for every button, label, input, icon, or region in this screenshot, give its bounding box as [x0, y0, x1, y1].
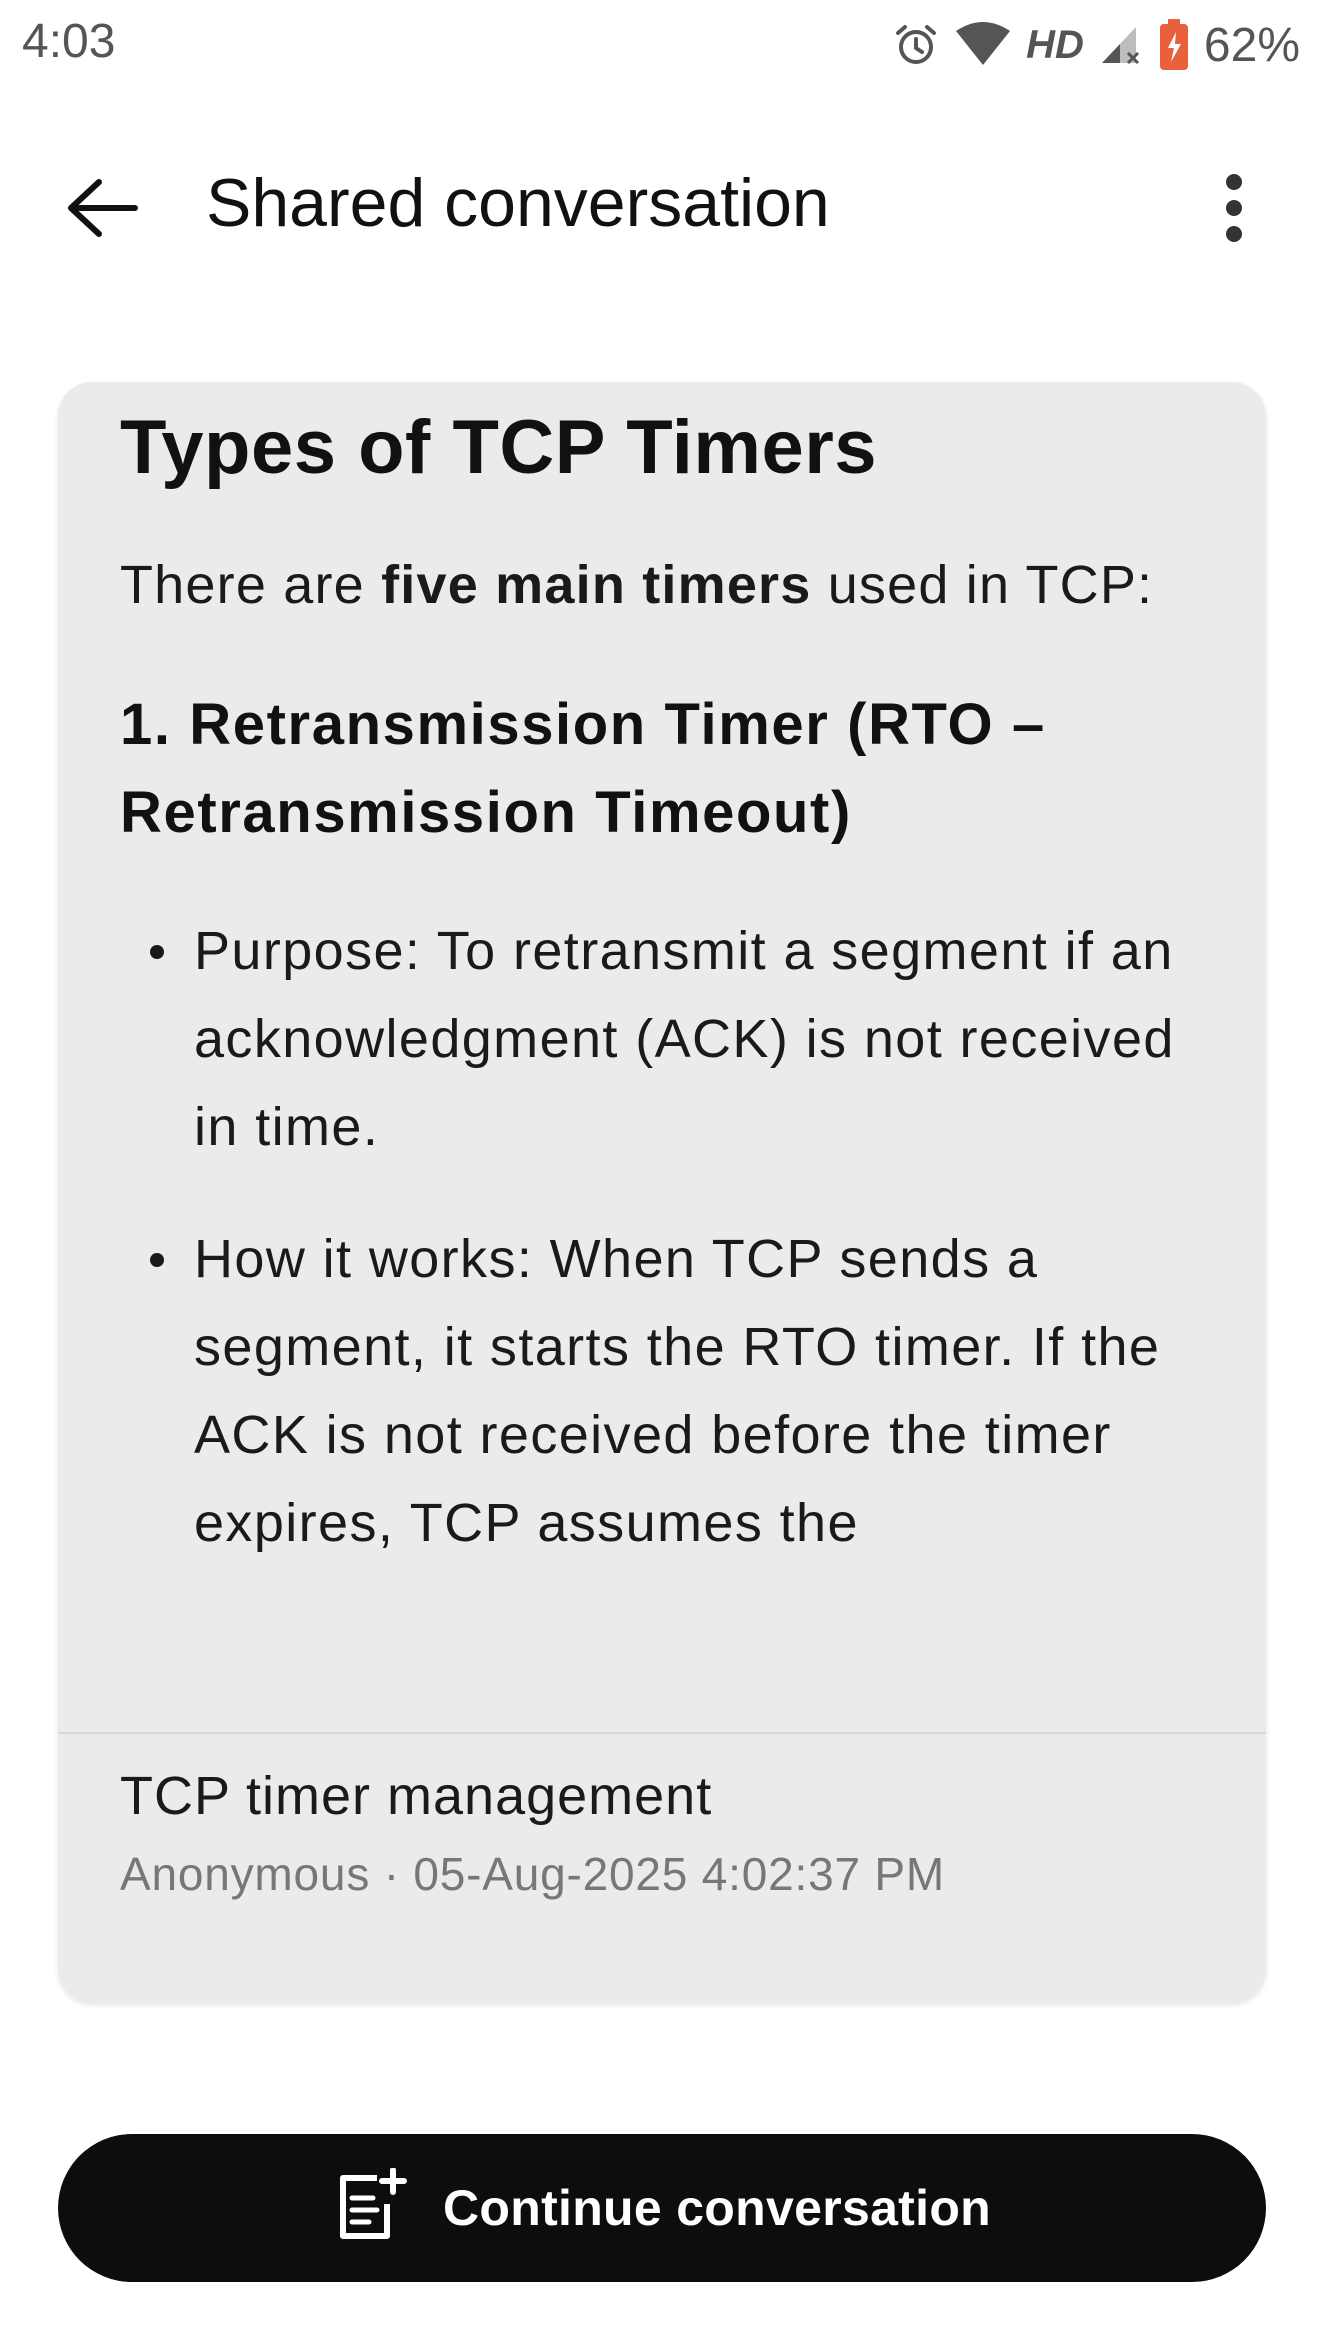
content-intro: There are five main timers used in TCP: [120, 541, 1204, 629]
more-options-button[interactable] [1184, 160, 1284, 260]
status-time: 4:03 [22, 15, 116, 68]
card-footer: TCP timer management Anonymous · 05-Aug-… [120, 1756, 1200, 1912]
content-title: Types of TCP Timers [120, 405, 878, 490]
shared-conversation-card[interactable]: Types of TCP Timers There are five main … [58, 382, 1266, 2002]
intro-text-start: There are [120, 555, 382, 616]
wifi-icon [954, 21, 1012, 69]
card-divider [58, 1732, 1266, 1734]
app-bar: Shared conversation [0, 120, 1320, 290]
bullet-text: How it works: When TCP sends a segment, … [194, 1229, 1161, 1554]
battery-percent: 62% [1203, 18, 1300, 72]
network-type-label: HD [1026, 22, 1084, 67]
page-title: Shared conversation [206, 165, 830, 241]
intro-text-end: used in TCP: [811, 555, 1154, 616]
arrow-back-icon [65, 176, 139, 245]
conversation-preview: Types of TCP Timers There are five main … [58, 382, 1266, 1732]
continue-conversation-button[interactable]: Continue conversation [58, 2134, 1266, 2282]
list-item: How it works: When TCP sends a segment, … [120, 1215, 1204, 1567]
bullet-dot [150, 1253, 164, 1268]
back-button[interactable] [52, 160, 152, 260]
status-icons: HD 62% [892, 14, 1300, 76]
new-note-icon [333, 2166, 409, 2249]
more-vert-icon [1224, 172, 1244, 249]
list-item: Purpose: To retransmit a segment if an a… [120, 907, 1204, 1171]
bullet-list: Purpose: To retransmit a segment if an a… [120, 907, 1204, 1567]
continue-button-label: Continue conversation [442, 2180, 992, 2236]
conversation-title: TCP timer management [120, 1766, 713, 1826]
alarm-icon [892, 21, 940, 69]
bullet-text: Purpose: To retransmit a segment if an a… [194, 921, 1175, 1158]
battery-icon [1158, 18, 1190, 72]
section-heading: 1. Retransmission Timer (RTO – Retransmi… [120, 692, 1046, 846]
bullet-dot [150, 945, 164, 960]
status-bar: 4:03 HD 62% [0, 0, 1320, 90]
cell-signal-icon [1098, 21, 1144, 69]
intro-text-bold: five main timers [381, 555, 812, 616]
conversation-meta: Anonymous · 05-Aug-2025 4:02:37 PM [120, 1848, 946, 1900]
